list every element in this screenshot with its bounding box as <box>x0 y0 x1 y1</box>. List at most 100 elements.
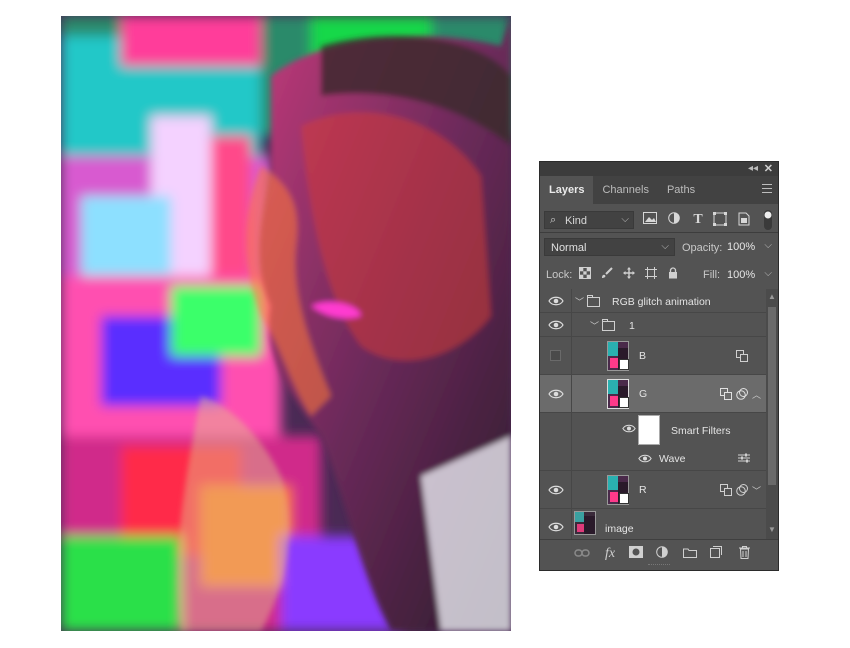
visibility-column <box>571 337 572 374</box>
eye-icon[interactable] <box>548 521 564 533</box>
opacity-label: Opacity: <box>682 242 723 254</box>
filter-toggle[interactable] <box>764 210 772 230</box>
fill-label: Fill: <box>703 269 721 281</box>
add-mask-icon[interactable] <box>628 546 644 562</box>
tab-paths[interactable]: Paths <box>658 176 704 204</box>
panel-tabs: Layers Channels Paths <box>540 176 778 204</box>
scroll-up-icon[interactable]: ▲ <box>768 292 776 301</box>
fill-value: 100% <box>727 269 756 281</box>
smart-object-badge-icon <box>619 493 629 504</box>
resize-grip[interactable] <box>648 564 670 568</box>
eye-icon[interactable] <box>548 484 564 496</box>
visibility-column <box>571 471 572 508</box>
blend-mode-value: Normal <box>551 242 587 254</box>
filter-adjustment-icon[interactable] <box>666 212 682 228</box>
layers-list: ﹀ RGB glitch animation ﹀ 1 B G ︿ Smart F… <box>540 289 778 539</box>
visibility-column <box>571 375 572 412</box>
layer-name: B <box>639 350 647 362</box>
layer-name: R <box>639 484 647 496</box>
eye-icon[interactable] <box>548 388 564 400</box>
divider <box>540 232 778 233</box>
fx-icon[interactable]: fx <box>602 546 618 562</box>
layer-row-wave[interactable]: Wave <box>540 445 766 471</box>
smart-object-badge-icon <box>619 359 629 370</box>
layer-name: Smart Filters <box>671 425 731 437</box>
chevron-down-icon[interactable]: ﹀ <box>575 295 584 308</box>
search-icon: ⌕ <box>550 214 557 226</box>
adjustment-layer-icon[interactable] <box>654 546 670 562</box>
eye-icon[interactable] <box>548 295 564 307</box>
layer-name: 1 <box>629 320 635 332</box>
visibility-toggle-off[interactable] <box>550 350 561 361</box>
layer-row-b[interactable]: B <box>540 337 766 375</box>
panel-header-strip: ◂◂ ✕ <box>540 162 778 176</box>
glitch-photo <box>61 16 511 631</box>
layers-scrollbar[interactable]: ▲ ▼ <box>766 289 778 539</box>
lock-transparent-icon[interactable] <box>578 267 592 281</box>
filter-blending-options-icon[interactable] <box>738 452 750 464</box>
chevron-down-icon: ⌵ <box>661 241 669 252</box>
blending-options-icon[interactable] <box>720 388 732 400</box>
layer-name: G <box>639 388 648 400</box>
filter-kind-select[interactable]: ⌕ Kind ⌵ <box>544 211 634 229</box>
filter-shape-icon[interactable] <box>712 212 728 228</box>
lock-paint-icon[interactable] <box>600 267 614 281</box>
lock-move-icon[interactable] <box>622 267 636 281</box>
lock-artboard-icon[interactable] <box>644 267 658 281</box>
fill-input[interactable]: 100% ⌵ <box>726 265 774 283</box>
glitch-photo-art <box>61 16 511 631</box>
layers-bottom-toolbar: fx <box>540 539 778 567</box>
eye-icon[interactable] <box>622 423 638 435</box>
layer-row-r[interactable]: R ﹀ <box>540 471 766 509</box>
collapse-icon[interactable]: ◂◂ <box>748 163 758 174</box>
opacity-input[interactable]: 100% ⌵ <box>726 238 774 256</box>
visibility-column <box>571 413 572 445</box>
eye-icon[interactable] <box>638 453 654 465</box>
layer-row-image[interactable]: image <box>540 509 766 539</box>
lock-label: Lock: <box>546 269 573 281</box>
layer-name: Wave <box>659 453 686 465</box>
smart-filter-mask-thumbnail[interactable] <box>638 415 660 445</box>
tab-channels[interactable]: Channels <box>593 176 657 204</box>
folder-icon <box>602 319 615 331</box>
chevron-down-icon: ⌵ <box>764 268 772 279</box>
eye-icon[interactable] <box>548 319 564 331</box>
chevron-down-icon[interactable]: ﹀ <box>752 484 761 497</box>
filter-smart-object-icon[interactable] <box>736 212 752 228</box>
layer-row-smart-filters[interactable]: Smart Filters <box>540 413 766 445</box>
scroll-down-icon[interactable]: ▼ <box>768 525 776 534</box>
new-layer-icon[interactable] <box>708 546 724 562</box>
layer-row-group-1[interactable]: ﹀ 1 <box>540 313 766 337</box>
chevron-down-icon: ⌵ <box>764 240 772 251</box>
trash-icon[interactable] <box>736 546 752 562</box>
layer-name: image <box>605 523 634 535</box>
visibility-column <box>571 509 572 539</box>
smart-filter-icon[interactable] <box>736 484 748 496</box>
smart-filter-icon[interactable] <box>736 388 748 400</box>
blend-mode-select[interactable]: Normal ⌵ <box>544 238 675 256</box>
close-icon[interactable]: ✕ <box>764 162 773 175</box>
layer-row-group-rgb[interactable]: ﹀ RGB glitch animation <box>540 289 766 313</box>
visibility-column <box>571 313 572 336</box>
chevron-up-icon[interactable]: ︿ <box>752 388 761 401</box>
layer-name: RGB glitch animation <box>612 296 711 308</box>
panel-menu-icon[interactable] <box>762 184 772 193</box>
layer-row-g[interactable]: G ︿ <box>540 375 766 413</box>
lock-all-icon[interactable] <box>666 267 680 281</box>
chevron-down-icon[interactable]: ﹀ <box>590 319 599 332</box>
chevron-down-icon: ⌵ <box>621 214 629 225</box>
filter-type-icon[interactable]: T <box>690 212 706 228</box>
opacity-value: 100% <box>727 241 756 253</box>
blending-options-icon[interactable] <box>736 350 748 362</box>
blending-options-icon[interactable] <box>720 484 732 496</box>
filter-kind-label: Kind <box>565 215 588 227</box>
layer-thumbnail[interactable] <box>574 511 596 535</box>
new-group-icon[interactable] <box>682 546 698 562</box>
scrollbar-thumb[interactable] <box>768 307 776 485</box>
link-layers-icon[interactable] <box>574 546 590 562</box>
visibility-column <box>571 445 572 470</box>
layers-panel: ◂◂ ✕ Layers Channels Paths ⌕ Kind ⌵ T No… <box>539 161 779 571</box>
tab-layers[interactable]: Layers <box>540 176 594 204</box>
smart-object-badge-icon <box>619 397 629 408</box>
filter-pixel-icon[interactable] <box>642 212 658 228</box>
